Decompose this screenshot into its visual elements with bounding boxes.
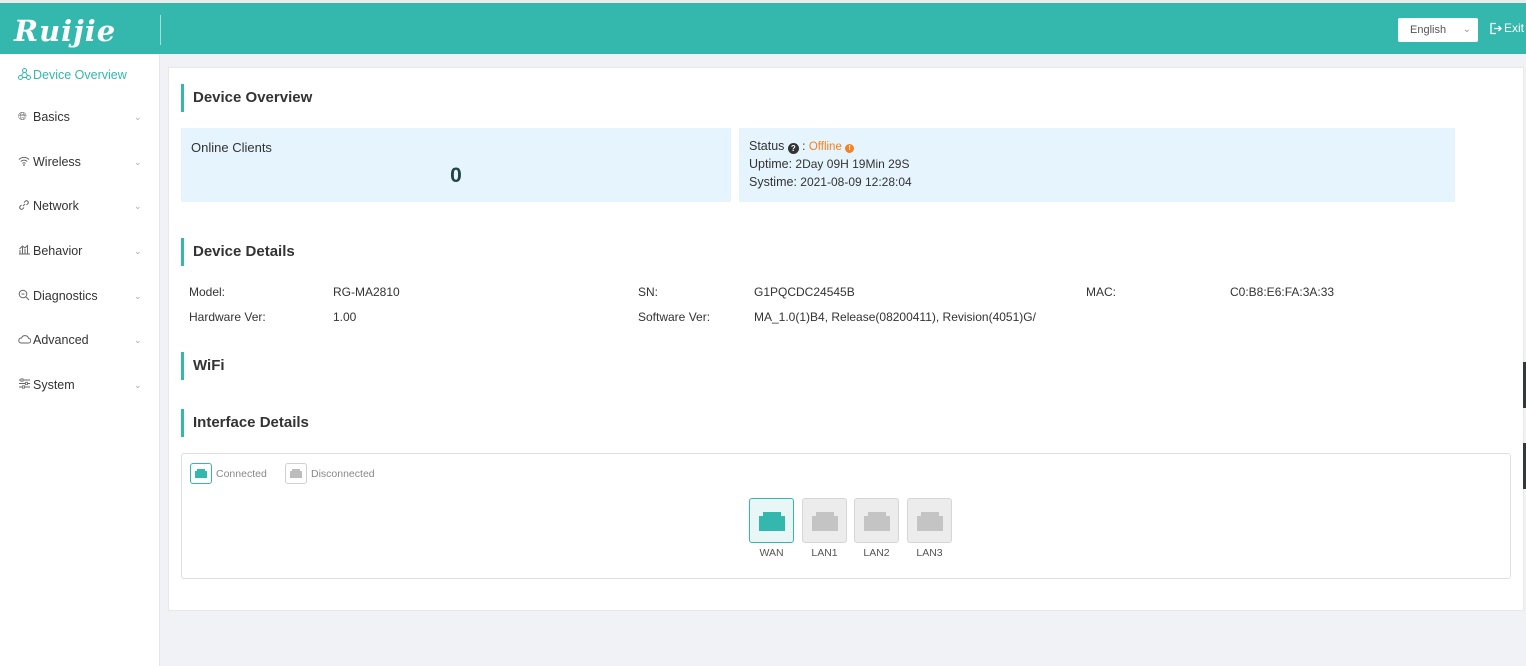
- status-value: Offline: [808, 141, 842, 153]
- logout-icon: [1490, 22, 1502, 34]
- sn-label: SN:: [638, 285, 659, 299]
- legend-connected: Connected: [190, 463, 267, 484]
- ethernet-port-icon: [863, 511, 890, 531]
- online-clients-label: Online Clients: [191, 140, 272, 155]
- chevron-down-icon: ⌄: [134, 156, 142, 167]
- port-label-wan: WAN: [759, 547, 784, 559]
- port-label-lan1: LAN1: [811, 547, 838, 559]
- sidebar: Device Overview 🌐︎ Basics ⌄ Wireless ⌄ N…: [0, 54, 160, 666]
- help-icon[interactable]: ?: [787, 143, 799, 154]
- legend-connected-label: Connected: [216, 467, 267, 480]
- online-clients-panel: Online Clients 0: [181, 128, 731, 202]
- sidebar-item-label: Device Overview: [33, 68, 127, 82]
- systime-value: 2021-08-09 12:28:04: [800, 175, 912, 189]
- mac-value: C0:B8:E6:FA:3A:33: [1230, 285, 1335, 299]
- sidebar-item-label: Basics: [33, 110, 70, 124]
- mac-label: MAC:: [1086, 285, 1116, 299]
- main-content: Device Overview Online Clients 0 Status …: [168, 67, 1524, 611]
- sidebar-item-label: System: [33, 378, 75, 392]
- port-lan1[interactable]: [802, 498, 847, 543]
- exit-label: Exit: [1504, 21, 1525, 35]
- wifi-icon: [18, 156, 32, 169]
- device-overview-title: Device Overview: [181, 84, 312, 112]
- sidebar-item-advanced[interactable]: Advanced ⌄: [0, 328, 160, 352]
- chevron-down-icon: ⌄: [134, 200, 142, 211]
- port-lan2[interactable]: [854, 498, 899, 543]
- port-label-lan2: LAN2: [863, 547, 890, 559]
- software-ver-value: MA_1.0(1)B4, Release(08200411), Revision…: [754, 310, 1036, 324]
- port-wan[interactable]: [749, 498, 794, 543]
- legend-disconnected: Disconnected: [285, 463, 375, 484]
- settings-icon: [18, 378, 32, 392]
- port-disconnected-icon: [285, 463, 307, 484]
- sidebar-item-device-overview[interactable]: Device Overview: [0, 63, 160, 87]
- model-label: Model:: [189, 285, 226, 299]
- sidebar-item-label: Behavior: [33, 244, 83, 258]
- sn-value: G1PQCDC24545B: [754, 285, 855, 299]
- status-label: Status: [749, 139, 785, 153]
- port-label-lan3: LAN3: [916, 547, 943, 559]
- uptime-label: Uptime:: [749, 157, 793, 171]
- status-row: Status ? : Offline !: [749, 139, 855, 154]
- systime-row: Systime: 2021-08-09 12:28:04: [749, 175, 912, 189]
- port-connected-icon: [190, 463, 212, 484]
- globe-icon: 🌐︎: [18, 110, 27, 123]
- chevron-down-icon: ⌄: [134, 379, 142, 390]
- status-separator: :: [802, 139, 806, 153]
- sidebar-item-wireless[interactable]: Wireless ⌄: [0, 150, 160, 174]
- interface-panel: Connected Disconnected WAN LAN1 LAN2 LAN…: [181, 453, 1511, 579]
- chevron-down-icon: ⌄: [134, 245, 142, 256]
- chevron-down-icon: ⌄: [134, 111, 142, 122]
- interface-details-title: Interface Details: [181, 409, 309, 437]
- model-value: RG-MA2810: [333, 285, 400, 299]
- top-bar: Ruijie English ⌄ Exit: [0, 0, 1526, 54]
- chart-icon: [18, 244, 32, 258]
- sidebar-item-system[interactable]: System ⌄: [0, 373, 160, 397]
- sidebar-item-label: Network: [33, 199, 79, 213]
- sidebar-item-basics[interactable]: 🌐︎ Basics ⌄: [0, 105, 160, 129]
- exit-button[interactable]: Exit: [1489, 21, 1524, 35]
- status-panel: Status ? : Offline ! Uptime: 2Day 09H 19…: [739, 128, 1455, 202]
- link-icon: [18, 199, 32, 214]
- sidebar-item-label: Wireless: [33, 155, 81, 169]
- hardware-ver-label: Hardware Ver:: [189, 310, 266, 324]
- topology-icon: [18, 67, 32, 83]
- ethernet-port-icon: [916, 511, 943, 531]
- sidebar-item-network[interactable]: Network ⌄: [0, 194, 160, 218]
- search-icon: [18, 289, 32, 304]
- language-select[interactable]: English ⌄: [1398, 18, 1478, 42]
- port-lan3[interactable]: [907, 498, 952, 543]
- sidebar-item-label: Diagnostics: [33, 289, 98, 303]
- warning-icon[interactable]: !: [845, 144, 855, 153]
- chevron-down-icon: ⌄: [134, 290, 142, 301]
- legend-disconnected-label: Disconnected: [311, 467, 375, 480]
- online-clients-count: 0: [450, 164, 462, 187]
- chevron-down-icon: ⌄: [134, 334, 142, 345]
- device-details-title: Device Details: [181, 238, 295, 266]
- uptime-value: 2Day 09H 19Min 29S: [795, 157, 910, 171]
- sidebar-item-diagnostics[interactable]: Diagnostics ⌄: [0, 284, 160, 308]
- chevron-down-icon: ⌄: [1462, 24, 1471, 35]
- ethernet-port-icon: [758, 511, 785, 531]
- ethernet-port-icon: [811, 511, 838, 531]
- wifi-title: WiFi: [181, 352, 225, 380]
- hardware-ver-value: 1.00: [333, 310, 357, 324]
- language-value: English: [1410, 24, 1447, 36]
- sidebar-item-label: Advanced: [33, 333, 89, 347]
- sidebar-item-behavior[interactable]: Behavior ⌄: [0, 239, 160, 263]
- logo-divider: [160, 15, 161, 45]
- software-ver-label: Software Ver:: [638, 310, 711, 324]
- systime-label: Systime:: [749, 175, 797, 189]
- cloud-icon: [18, 334, 32, 347]
- ruijie-logo[interactable]: Ruijie: [14, 15, 116, 47]
- uptime-row: Uptime: 2Day 09H 19Min 29S: [749, 157, 910, 171]
